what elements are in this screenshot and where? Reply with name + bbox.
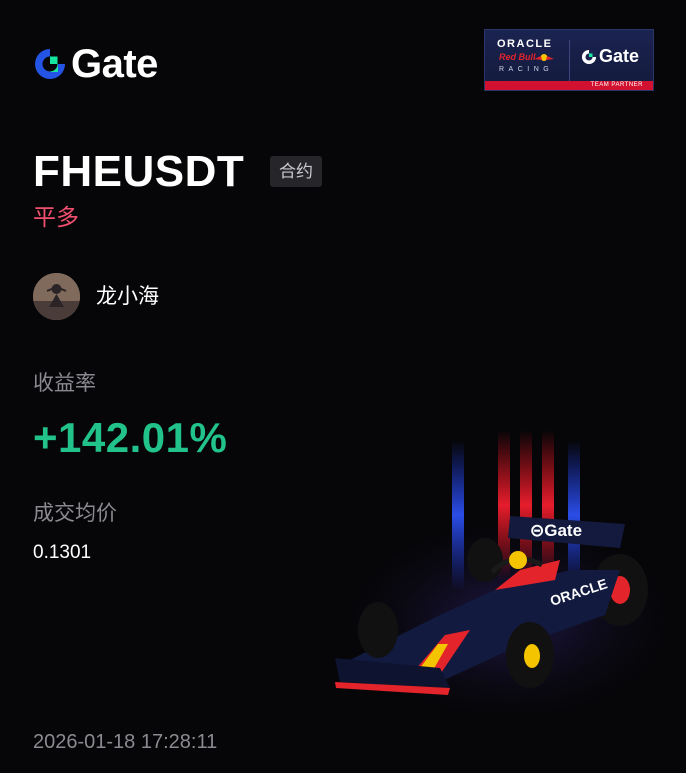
svg-text:⊝Gate: ⊝Gate [530, 521, 582, 540]
gate-logo-text: Gate [71, 42, 158, 86]
avg-price-value: 0.1301 [33, 542, 92, 563]
f1-car-image: ⊝Gate ORACLE [330, 430, 686, 720]
redbull-wordmark: Red Bull [499, 52, 536, 62]
contract-tag: 合约 [270, 156, 322, 187]
redbull-bulls-icon [534, 54, 554, 61]
badge-divider [569, 40, 570, 82]
roi-value: +142.01% [33, 414, 228, 461]
gate-logo: Gate [33, 44, 158, 84]
roi-label: 收益率 [33, 372, 96, 395]
avatar [33, 273, 80, 320]
team-partner-caption: TEAM PARTNER [590, 82, 643, 88]
trading-pair: FHEUSDT [33, 147, 245, 196]
gate-logo-icon [581, 49, 597, 64]
gate-logo-icon [33, 47, 67, 81]
team-partner-bar: TEAM PARTNER [485, 81, 653, 90]
partner-gate-text: Gate [599, 46, 640, 66]
avg-price-label: 成交均价 [33, 502, 117, 525]
oracle-wordmark: ORACLE [497, 38, 553, 50]
timestamp: 2026-01-18 17:28:11 [33, 731, 218, 753]
username: 龙小海 [96, 285, 159, 308]
position-side: 平多 [33, 204, 79, 230]
racing-wordmark: RACING [499, 66, 554, 73]
partner-gate-logo: Gate [581, 46, 639, 67]
partner-badge: ORACLE Red Bull RACING Gate TEAM PARTNER [484, 29, 654, 91]
